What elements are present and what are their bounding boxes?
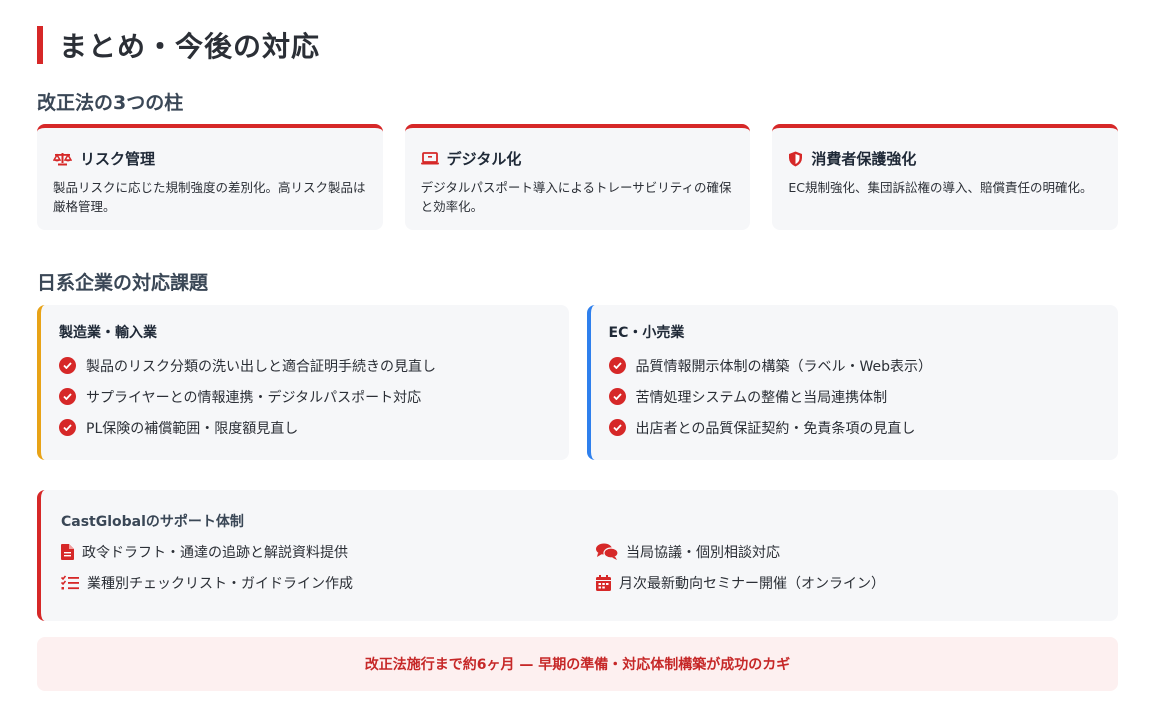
pillar-desc: 製品リスクに応じた規制強度の差別化。高リスク製品は厳格管理。	[53, 180, 366, 214]
page-title: まとめ・今後の対応	[59, 30, 321, 63]
document-icon	[61, 543, 74, 560]
support-item: 業種別チェックリスト・ガイドライン作成	[61, 568, 596, 597]
pillar-title: リスク管理	[80, 150, 156, 168]
issues-heading: 日系企業の対応課題	[37, 272, 209, 294]
checklist-icon	[61, 575, 79, 590]
title-accent-bar	[37, 26, 43, 64]
list-item-text: 出店者との品質保証契約・免責条項の見直し	[635, 420, 916, 437]
support-item-label: 政令ドラフト・通達の追跡と解説資料提供	[82, 544, 348, 561]
list-item-text: 品質情報開示体制の構築（ラベル・Web表示）	[635, 358, 933, 375]
deadline-banner: 改正法施行まで約6ヶ月 — 早期の準備・対応体制構築が成功のカギ	[37, 637, 1118, 691]
list-item-text: PL保険の補償範囲・限度額見直し	[86, 420, 299, 437]
support-item: 月次最新動向セミナー開催（オンライン）	[596, 568, 1076, 597]
support-title: CastGlobalのサポート体制	[61, 514, 244, 530]
check-circle-icon	[59, 388, 76, 405]
support-card: CastGlobalのサポート体制 政令ドラフト・通達の追跡と解説資料提供 当局…	[37, 490, 1118, 621]
issue-card-title: 製造業・輸入業	[59, 325, 157, 341]
support-item: 当局協議・個別相談対応	[596, 537, 1076, 566]
pillar-desc: デジタルパスポート導入によるトレーサビリティの確保と効率化。	[420, 180, 732, 214]
pillar-title: デジタル化	[446, 150, 522, 168]
list-item: PL保険の補償範囲・限度額見直し	[59, 412, 553, 443]
check-circle-icon	[608, 419, 626, 436]
list-item: 品質情報開示体制の構築（ラベル・Web表示）	[608, 350, 1103, 381]
calendar-icon	[596, 574, 611, 591]
list-item: 苦情処理システムの整備と当局連携体制	[608, 381, 1103, 412]
list-item-text: 苦情処理システムの整備と当局連携体制	[635, 389, 888, 406]
pillar-title: 消費者保護強化	[811, 150, 917, 168]
check-circle-icon	[59, 357, 76, 374]
support-item-label: 月次最新動向セミナー開催（オンライン）	[619, 575, 885, 592]
check-circle-icon	[59, 419, 76, 436]
balance-scale-icon	[53, 152, 72, 165]
pillars-row: リスク管理 製品リスクに応じた規制強度の差別化。高リスク製品は厳格管理。 デジタ…	[37, 124, 1119, 230]
pillars-heading: 改正法の3つの柱	[37, 92, 184, 114]
list-item-text: サプライヤーとの情報連携・デジタルパスポート対応	[86, 389, 422, 406]
support-list: 政令ドラフト・通達の追跡と解説資料提供 当局協議・個別相談対応 業種別チェックリ…	[61, 537, 1118, 597]
pillar-card-risk: リスク管理 製品リスクに応じた規制強度の差別化。高リスク製品は厳格管理。	[37, 124, 383, 230]
support-item-label: 当局協議・個別相談対応	[626, 544, 780, 561]
page-title-block: まとめ・今後の対応	[37, 26, 320, 64]
check-circle-icon	[608, 388, 626, 405]
list-item: サプライヤーとの情報連携・デジタルパスポート対応	[59, 381, 553, 412]
issue-card-manufacturing: 製造業・輸入業 製品のリスク分類の洗い出しと適合証明手続きの見直し サプライヤー…	[37, 305, 569, 460]
banner-text: 改正法施行まで約6ヶ月 — 早期の準備・対応体制構築が成功のカギ	[364, 657, 791, 673]
issue-card-title: EC・小売業	[608, 325, 685, 341]
pillar-card-digital: デジタル化 デジタルパスポート導入によるトレーサビリティの確保と効率化。	[404, 124, 751, 230]
pillar-card-consumer: 消費者保護強化 EC規制強化、集団訴訟権の導入、賠償責任の明確化。	[772, 124, 1119, 230]
laptop-icon	[420, 152, 439, 165]
list-item-text: 製品のリスク分類の洗い出しと適合証明手続きの見直し	[86, 358, 436, 375]
support-item: 政令ドラフト・通達の追跡と解説資料提供	[61, 537, 596, 566]
list-item: 出店者との品質保証契約・免責条項の見直し	[608, 412, 1103, 443]
support-item-label: 業種別チェックリスト・ガイドライン作成	[87, 575, 353, 592]
check-circle-icon	[608, 357, 626, 374]
issues-row: 製造業・輸入業 製品のリスク分類の洗い出しと適合証明手続きの見直し サプライヤー…	[37, 305, 1118, 460]
issue-card-ec: EC・小売業 品質情報開示体制の構築（ラベル・Web表示） 苦情処理システムの整…	[586, 305, 1118, 460]
pillar-desc: EC規制強化、集団訴訟権の導入、賠償責任の明確化。	[788, 180, 1093, 195]
shield-icon	[789, 151, 803, 166]
list-item: 製品のリスク分類の洗い出しと適合証明手続きの見直し	[59, 350, 553, 381]
chat-icon	[596, 543, 618, 560]
